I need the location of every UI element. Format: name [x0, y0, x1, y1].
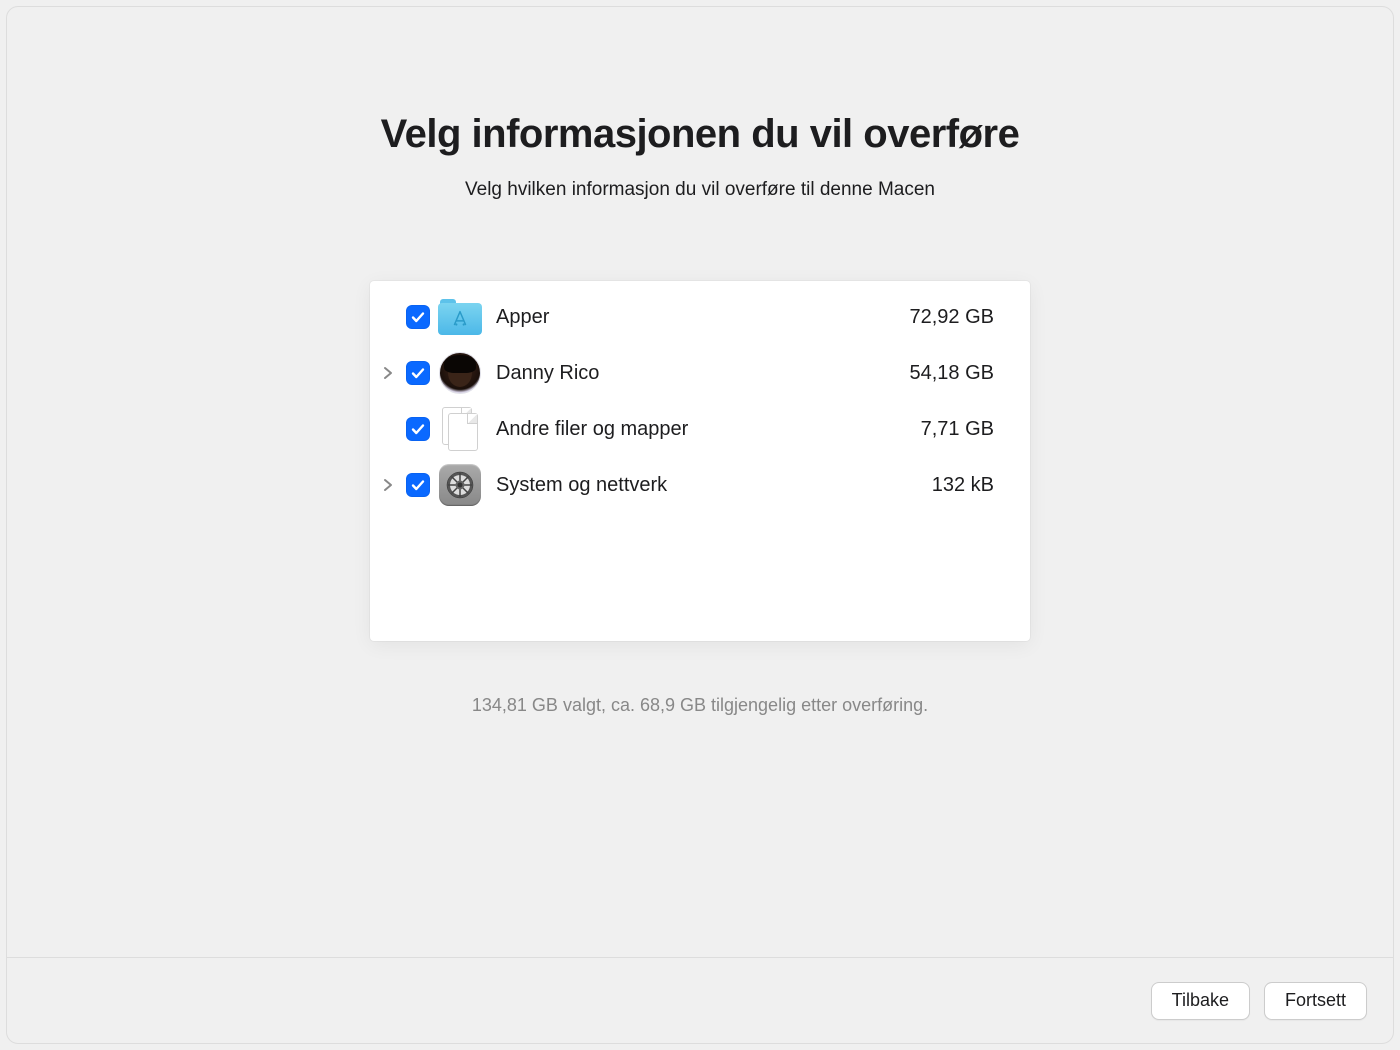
- footer-bar: Tilbake Fortsett: [7, 957, 1393, 1043]
- check-icon: [410, 309, 426, 325]
- list-item-other-files[interactable]: Andre filer og mapper 7,71 GB: [370, 401, 1030, 457]
- item-size: 54,18 GB: [909, 362, 994, 385]
- migration-assistant-window: Velg informasjonen du vil overføre Velg …: [6, 6, 1394, 1044]
- avatar-icon: [438, 351, 482, 395]
- files-icon: [438, 407, 482, 451]
- list-item-apps[interactable]: Apper 72,92 GB: [370, 289, 1030, 345]
- list-item-user[interactable]: Danny Rico 54,18 GB: [370, 345, 1030, 401]
- checkbox-apps[interactable]: [406, 305, 430, 329]
- content-area: Velg informasjonen du vil overføre Velg …: [7, 7, 1393, 957]
- page-title: Velg informasjonen du vil overføre: [381, 112, 1020, 157]
- item-size: 132 kB: [932, 474, 994, 497]
- gear-icon: [438, 463, 482, 507]
- checkbox-system[interactable]: [406, 473, 430, 497]
- page-subtitle: Velg hvilken informasjon du vil overføre…: [465, 179, 935, 201]
- checkbox-user[interactable]: [406, 361, 430, 385]
- check-icon: [410, 477, 426, 493]
- item-label: System og nettverk: [496, 474, 932, 497]
- item-label: Apper: [496, 306, 909, 329]
- check-icon: [410, 421, 426, 437]
- chevron-right-icon: [383, 478, 393, 492]
- expand-toggle-user[interactable]: [370, 366, 406, 380]
- transfer-items-list: Apper 72,92 GB: [370, 281, 1030, 641]
- chevron-right-icon: [383, 366, 393, 380]
- apps-folder-icon: [438, 295, 482, 339]
- check-icon: [410, 365, 426, 381]
- status-text: 134,81 GB valgt, ca. 68,9 GB tilgjengeli…: [472, 695, 928, 716]
- back-button[interactable]: Tilbake: [1151, 982, 1250, 1020]
- item-label: Andre filer og mapper: [496, 418, 921, 441]
- checkbox-other-files[interactable]: [406, 417, 430, 441]
- item-size: 7,71 GB: [921, 418, 994, 441]
- app-a-icon: [449, 308, 471, 330]
- list-item-system[interactable]: System og nettverk 132 kB: [370, 457, 1030, 513]
- item-size: 72,92 GB: [909, 306, 994, 329]
- item-label: Danny Rico: [496, 362, 909, 385]
- expand-toggle-system[interactable]: [370, 478, 406, 492]
- continue-button[interactable]: Fortsett: [1264, 982, 1367, 1020]
